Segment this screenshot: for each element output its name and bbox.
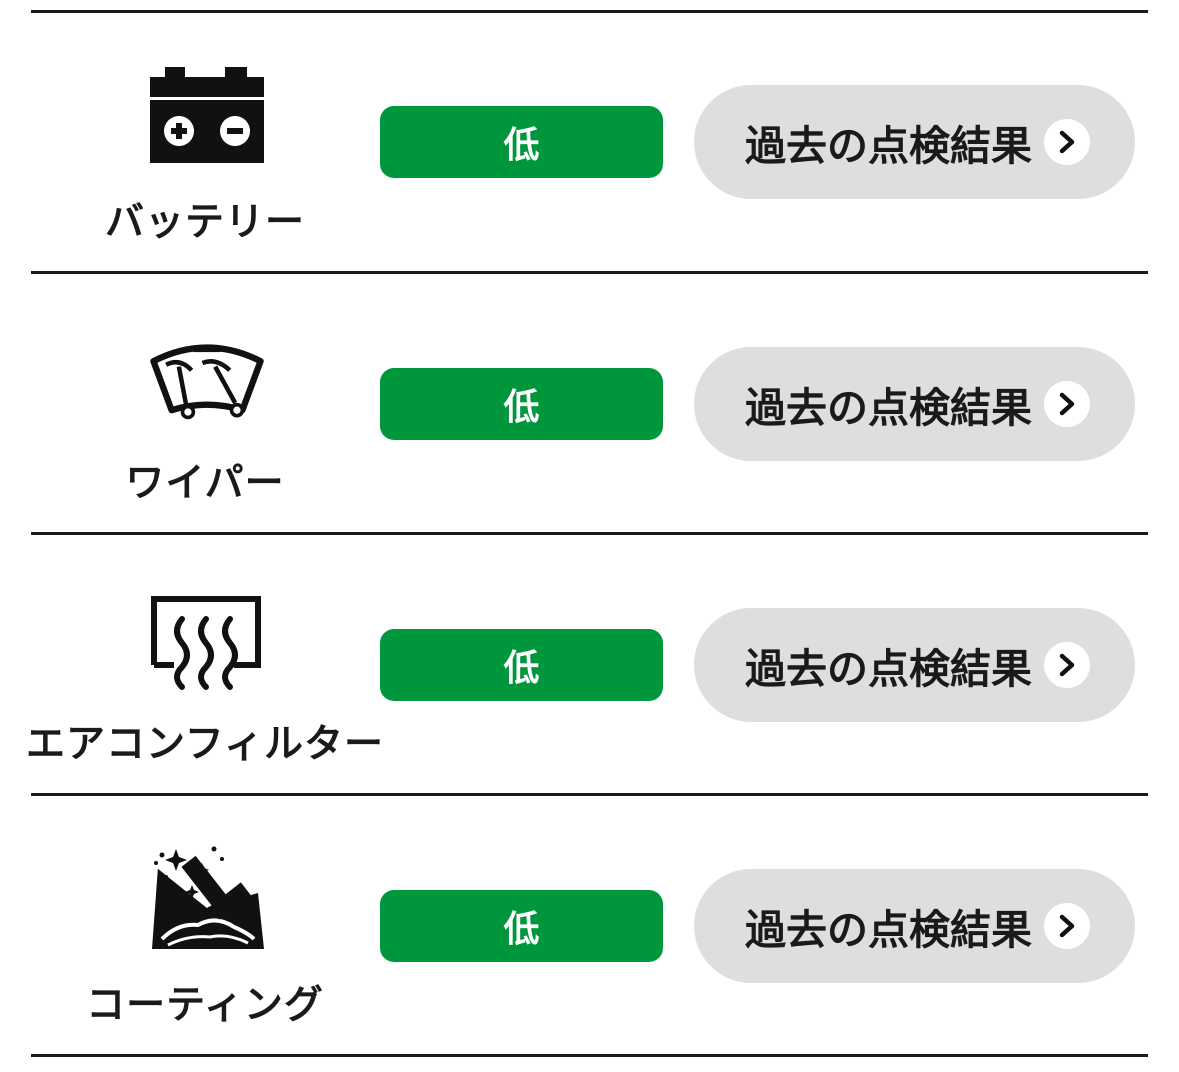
item-label: バッテリー [104, 200, 305, 245]
level-badge: 低 [380, 890, 663, 962]
chevron-right-icon [1044, 381, 1090, 427]
level-badge: 低 [380, 629, 663, 701]
item-label: ワイパー [125, 461, 285, 506]
inspection-list: バッテリー 低 過去の点検結果 ワイパー 低 過去の点検結果 エアコンフィルター… [0, 0, 1179, 1072]
battery-icon [148, 65, 266, 165]
past-inspection-results-button[interactable]: 過去の点検結果 [694, 869, 1135, 983]
chevron-right-icon [1044, 119, 1090, 165]
past-inspection-results-button[interactable]: 過去の点検結果 [694, 347, 1135, 461]
history-button-label: 過去の点検結果 [745, 384, 1032, 432]
level-badge: 低 [380, 106, 663, 178]
history-button-label: 過去の点検結果 [745, 645, 1032, 693]
history-button-label: 過去の点検結果 [745, 906, 1032, 954]
divider [31, 1054, 1148, 1057]
inspection-row-wiper: ワイパー 低 過去の点検結果 [0, 274, 1179, 535]
inspection-row-battery: バッテリー 低 過去の点検結果 [0, 13, 1179, 274]
item-label: エアコンフィルター [25, 722, 385, 767]
past-inspection-results-button[interactable]: 過去の点検結果 [694, 608, 1135, 722]
aircon-filter-icon [148, 591, 266, 691]
inspection-row-aircon-filter: エアコンフィルター 低 過去の点検結果 [0, 535, 1179, 796]
wiper-icon [148, 332, 266, 432]
coating-icon [148, 846, 266, 949]
item-label: コーティング [86, 983, 324, 1028]
history-button-label: 過去の点検結果 [745, 122, 1032, 170]
level-badge: 低 [380, 368, 663, 440]
past-inspection-results-button[interactable]: 過去の点検結果 [694, 85, 1135, 199]
chevron-right-icon [1044, 903, 1090, 949]
inspection-row-coating: コーティング 低 過去の点検結果 [0, 796, 1179, 1057]
chevron-right-icon [1044, 642, 1090, 688]
